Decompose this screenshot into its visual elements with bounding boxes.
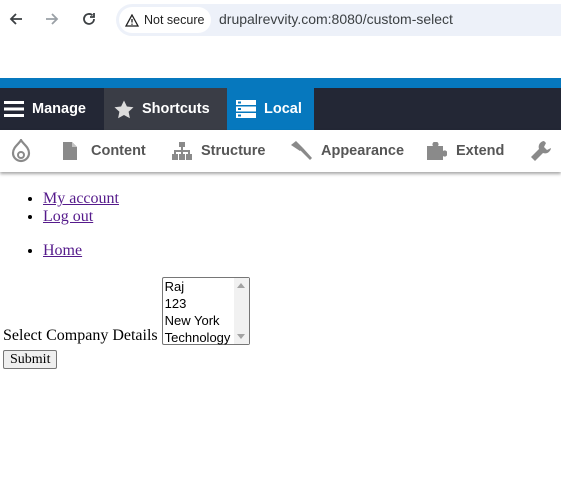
drupal-home-link[interactable] [10, 130, 32, 172]
reload-button[interactable] [79, 9, 99, 29]
main-navigation: Home [0, 242, 561, 260]
file-icon [63, 142, 77, 160]
list-item: My account [43, 190, 561, 208]
company-select-row: Select Company Details Raj 123 New York … [3, 277, 250, 345]
menu-extend[interactable]: Extend [427, 130, 504, 172]
home-link[interactable]: Home [43, 242, 82, 259]
sitemap-icon [172, 142, 192, 160]
menu-configuration[interactable] [531, 130, 551, 172]
menu-content-label: Content [91, 143, 146, 159]
scroll-down-arrow-icon[interactable] [236, 334, 245, 339]
reload-icon [83, 13, 95, 25]
wrench-icon [531, 141, 551, 161]
company-details-select[interactable]: Raj 123 New York Technology [161, 277, 250, 345]
admin-toolbar: Manage Shortcuts Local [0, 88, 561, 130]
select-label: Select Company Details [3, 327, 158, 344]
site-info-chip[interactable]: Not secure [119, 7, 211, 33]
paintbrush-icon [291, 141, 312, 160]
toolbar-local-tab[interactable]: Local [227, 88, 314, 130]
forward-button[interactable] [42, 9, 62, 29]
listbox-scrollbar[interactable] [233, 278, 249, 344]
menu-extend-label: Extend [456, 143, 505, 159]
list-item: Log out [43, 208, 561, 226]
menu-appearance-label: Appearance [321, 143, 405, 159]
admin-menu-tray: Content Structure Appearance Extend [0, 130, 561, 172]
toolbar-local-label: Local [264, 101, 302, 117]
star-icon [114, 100, 134, 118]
hamburger-icon [4, 101, 24, 117]
forward-arrow-icon [46, 13, 59, 25]
toolbar-shortcuts-label: Shortcuts [142, 101, 210, 117]
warning-icon [125, 13, 139, 27]
browser-toolbar: Not secure drupalrevvity.com:8080/custom… [0, 0, 561, 40]
toolbar-manage-label: Manage [32, 101, 86, 117]
my-account-link[interactable]: My account [43, 190, 119, 207]
menu-structure-label: Structure [201, 143, 266, 159]
submit-button[interactable]: Submit [3, 350, 58, 369]
puzzle-icon [427, 142, 447, 160]
menu-structure[interactable]: Structure [172, 130, 265, 172]
page-content: My account Log out Home Select Company D… [0, 190, 561, 369]
menu-content[interactable]: Content [63, 130, 146, 172]
scroll-up-arrow-icon[interactable] [236, 283, 245, 288]
toolbar-manage-tab[interactable]: Manage [0, 88, 104, 130]
list-item: Home [43, 242, 561, 260]
back-arrow-icon [9, 13, 22, 25]
menu-appearance[interactable]: Appearance [290, 130, 404, 172]
not-secure-label: Not secure [144, 13, 205, 27]
url-text[interactable]: drupalrevvity.com:8080/custom-select [219, 11, 453, 27]
drupal-drop-icon [11, 139, 31, 163]
toolbar-accent-strip [0, 78, 561, 88]
back-button[interactable] [6, 9, 26, 29]
server-icon [236, 100, 256, 118]
log-out-link[interactable]: Log out [43, 208, 93, 225]
address-bar[interactable]: Not secure drupalrevvity.com:8080/custom… [116, 4, 561, 36]
toolbar-shortcuts-tab[interactable]: Shortcuts [104, 88, 227, 130]
user-account-menu: My account Log out [0, 190, 561, 226]
